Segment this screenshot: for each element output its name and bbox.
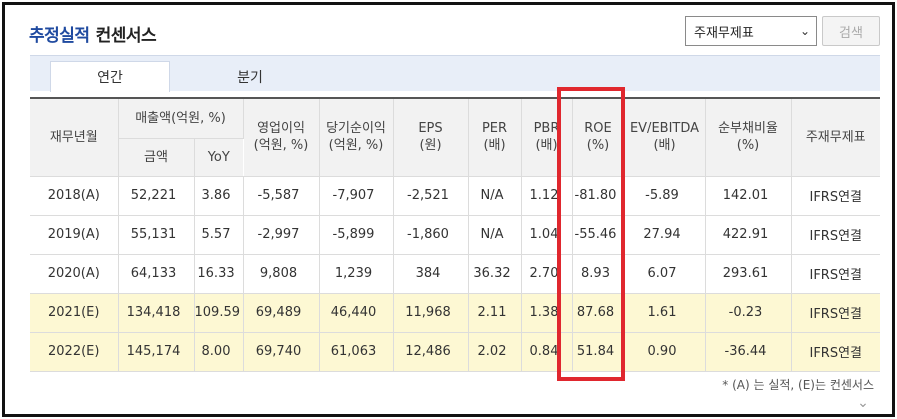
col-roe: ROE (%) [572, 98, 625, 177]
cell-roe: -81.80 [572, 176, 625, 216]
consensus-panel: 추정실적 컨센서스 주재무제표 ⌄ 검색 연간 분기 재무년월 매출액(억원, … [2, 2, 895, 417]
footnote: * (A) 는 실적, (E)는 컨센서스 [722, 378, 874, 392]
cell-op-income: -2,997 [243, 215, 320, 255]
cell-op-income: 69,740 [243, 332, 320, 372]
cell-fs-type: IFRS연결 [791, 332, 880, 372]
cell-eps: -1,860 [393, 215, 469, 255]
title-sub: 컨센서스 [95, 25, 157, 46]
cell-pbr: 1.04 [521, 215, 573, 255]
cell-per: 36.32 [468, 254, 522, 294]
cell-net-income: -5,899 [319, 215, 394, 255]
col-net-income: 당기순이익 (억원, %) [319, 98, 394, 177]
cell-per: N/A [468, 215, 522, 255]
cell-net-debt: 142.01 [705, 176, 792, 216]
cell-roe: 87.68 [572, 293, 625, 333]
tab-quarterly[interactable]: 분기 [190, 61, 310, 92]
col-net-debt: 순부채비율 (%) [705, 98, 792, 177]
col-period: 재무년월 [30, 98, 119, 177]
cell-pbr: 0.84 [521, 332, 573, 372]
table-row: 2018(A) 52,221 3.86 -5,587 -7,907 -2,521… [30, 176, 880, 216]
cell-pbr: 1.38 [521, 293, 573, 333]
cell-per: 2.02 [468, 332, 522, 372]
col-sales-group: 매출액(억원, %) [118, 98, 244, 139]
cell-period: 2021(E) [30, 293, 119, 333]
cell-net-income: -7,907 [319, 176, 394, 216]
cell-net-income: 61,063 [319, 332, 394, 372]
cell-eps: 11,968 [393, 293, 469, 333]
cell-sales: 134,418 [118, 293, 195, 333]
cell-eps: 12,486 [393, 332, 469, 372]
cell-yoy: 8.00 [194, 332, 244, 372]
cell-sales: 145,174 [118, 332, 195, 372]
cell-net-income: 46,440 [319, 293, 394, 333]
cell-yoy: 3.86 [194, 176, 244, 216]
cell-period: 2019(A) [30, 215, 119, 255]
period-tabs: 연간 분기 [30, 55, 880, 92]
table-row: 2019(A) 55,131 5.57 -2,997 -5,899 -1,860… [30, 215, 880, 255]
cell-fs-type: IFRS연결 [791, 293, 880, 333]
cell-yoy: 109.59 [194, 293, 244, 333]
table-row: 2021(E) 134,418 109.59 69,489 46,440 11,… [30, 293, 880, 333]
cell-period: 2018(A) [30, 176, 119, 216]
cell-net-debt: 293.61 [705, 254, 792, 294]
cell-eps: -2,521 [393, 176, 469, 216]
cell-roe: 8.93 [572, 254, 625, 294]
cell-eps: 384 [393, 254, 469, 294]
table-row: 2020(A) 64,133 16.33 9,808 1,239 384 36.… [30, 254, 880, 294]
cell-per: N/A [468, 176, 522, 216]
cell-ev-ebitda: 6.07 [624, 254, 706, 294]
cell-ev-ebitda: 27.94 [624, 215, 706, 255]
col-sales-amount: 금액 [118, 138, 195, 177]
col-eps: EPS (원) [393, 98, 469, 177]
cell-yoy: 5.57 [194, 215, 244, 255]
chevron-down-icon[interactable]: ⌄ [852, 395, 874, 411]
cell-net-debt: -0.23 [705, 293, 792, 333]
cell-sales: 52,221 [118, 176, 195, 216]
col-sales-yoy: YoY [194, 138, 243, 177]
title-main: 추정실적 [29, 25, 90, 46]
col-pbr: PBR (배) [521, 98, 573, 177]
cell-sales: 64,133 [118, 254, 195, 294]
tab-annual[interactable]: 연간 [50, 61, 170, 92]
cell-fs-type: IFRS연결 [791, 176, 880, 216]
cell-per: 2.11 [468, 293, 522, 333]
cell-ev-ebitda: 1.61 [624, 293, 706, 333]
cell-period: 2020(A) [30, 254, 119, 294]
cell-pbr: 2.70 [521, 254, 573, 294]
cell-net-debt: -36.44 [705, 332, 792, 372]
table-row: 2022(E) 145,174 8.00 69,740 61,063 12,48… [30, 332, 880, 372]
consensus-table: 재무년월 매출액(억원, %) 영업이익 (억원, %) 당기순이익 (억원, %)… [30, 97, 880, 372]
panel-title: 추정실적 컨센서스 [29, 21, 157, 46]
col-per: PER (배) [468, 98, 522, 177]
col-fs-type: 주재무제표 [791, 98, 880, 177]
cell-yoy: 16.33 [194, 254, 244, 294]
cell-fs-type: IFRS연결 [791, 215, 880, 255]
cell-sales: 55,131 [118, 215, 195, 255]
select-value: 주재무제표 [694, 25, 754, 41]
cell-roe: -55.46 [572, 215, 625, 255]
cell-op-income: 9,808 [243, 254, 320, 294]
cell-pbr: 1.12 [521, 176, 573, 216]
col-op-income: 영업이익 (억원, %) [243, 98, 320, 177]
cell-op-income: -5,587 [243, 176, 320, 216]
cell-ev-ebitda: -5.89 [624, 176, 706, 216]
cell-ev-ebitda: 0.90 [624, 332, 706, 372]
col-ev-ebitda: EV/EBITDA (배) [624, 98, 706, 177]
cell-roe: 51.84 [572, 332, 625, 372]
cell-op-income: 69,489 [243, 293, 320, 333]
cell-period: 2022(E) [30, 332, 119, 372]
header-row: 재무년월 매출액(억원, %) 영업이익 (억원, %) 당기순이익 (억원, %)… [30, 98, 880, 177]
cell-fs-type: IFRS연결 [791, 254, 880, 294]
chevron-down-icon: ⌄ [799, 24, 810, 38]
cell-net-debt: 422.91 [705, 215, 792, 255]
statement-type-select[interactable]: 주재무제표 ⌄ [685, 16, 817, 46]
cell-net-income: 1,239 [319, 254, 394, 294]
search-button[interactable]: 검색 [822, 16, 880, 46]
